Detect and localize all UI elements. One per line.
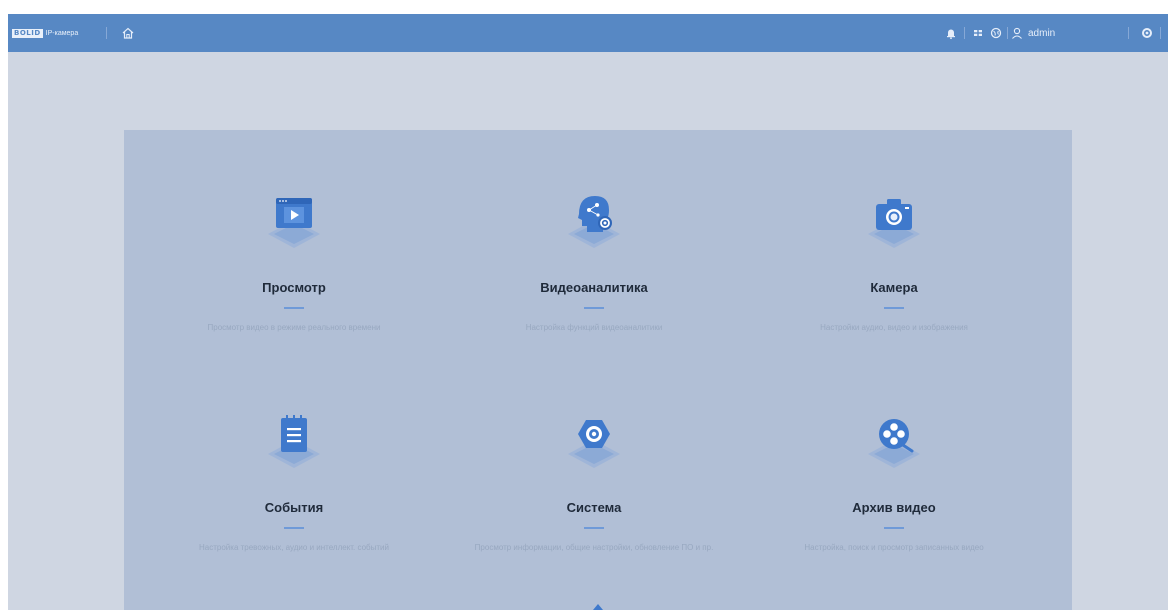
tile-video-archive[interactable]: Архив видео Настройка, поиск и просмотр …: [744, 380, 1044, 580]
tile-camera[interactable]: Камера Настройки аудио, видео и изображе…: [744, 160, 1044, 360]
globe-icon[interactable]: [989, 26, 1003, 40]
tile-title: Камера: [870, 280, 918, 295]
accent-line: [284, 527, 304, 529]
camera-icon: [868, 199, 920, 248]
logo-brand: BOLID: [12, 28, 43, 38]
divider: [106, 27, 107, 39]
accent-line: [584, 527, 604, 529]
divider: [964, 27, 965, 39]
tile-description: Настройки аудио, видео и изображения: [820, 323, 968, 332]
user-name: admin: [1028, 27, 1056, 39]
video-player-icon: [268, 198, 320, 248]
flag-icon[interactable]: [971, 26, 985, 40]
tile-description: Просмотр информации, общие настройки, об…: [474, 543, 714, 552]
accent-line: [884, 527, 904, 529]
divider: [1128, 27, 1129, 39]
app-window: BOLID IP-камера admin Просмотр Просмотр …: [8, 14, 1168, 610]
tile-live-view[interactable]: Просмотр Просмотр видео в режиме реально…: [144, 160, 444, 360]
system-gear-icon: [568, 420, 620, 468]
logo: BOLID IP-камера: [12, 28, 78, 38]
user-icon: [1012, 27, 1022, 39]
bell-icon[interactable]: [944, 26, 958, 40]
partial-tile-icon: [593, 604, 603, 610]
user-menu[interactable]: admin: [1011, 24, 1055, 42]
film-reel-icon: [868, 419, 920, 468]
tile-description: Настройка, поиск и просмотр записанных в…: [804, 543, 984, 552]
tile-description: Настройка функций видеоаналитики: [525, 323, 663, 332]
logo-product: IP-камера: [45, 29, 79, 37]
tile-title: Архив видео: [852, 500, 936, 515]
notepad-icon: [268, 415, 320, 468]
top-bar: BOLID IP-камера admin: [8, 14, 1168, 52]
home-icon[interactable]: [121, 26, 135, 40]
tile-description: Просмотр видео в режиме реального времен…: [207, 323, 381, 332]
accent-line: [584, 307, 604, 309]
tile-title: Система: [566, 500, 622, 515]
tile-title: Видеоаналитика: [540, 280, 648, 295]
tile-video-analytics[interactable]: Видеоаналитика Настройка функций видеоан…: [444, 160, 744, 360]
tile-title: Просмотр: [262, 280, 326, 295]
divider: [1160, 27, 1161, 39]
tile-title: События: [264, 500, 324, 515]
tile-system[interactable]: Система Просмотр информации, общие настр…: [444, 380, 744, 580]
tile-description: Настройка тревожных, аудио и интеллект. …: [199, 543, 389, 552]
tile-events[interactable]: События Настройка тревожных, аудио и инт…: [144, 380, 444, 580]
settings-icon[interactable]: [1140, 26, 1154, 40]
ai-head-icon: [568, 196, 620, 248]
accent-line: [284, 307, 304, 309]
divider: [1007, 27, 1008, 39]
accent-line: [884, 307, 904, 309]
main-menu-panel: Просмотр Просмотр видео в режиме реально…: [124, 130, 1072, 610]
